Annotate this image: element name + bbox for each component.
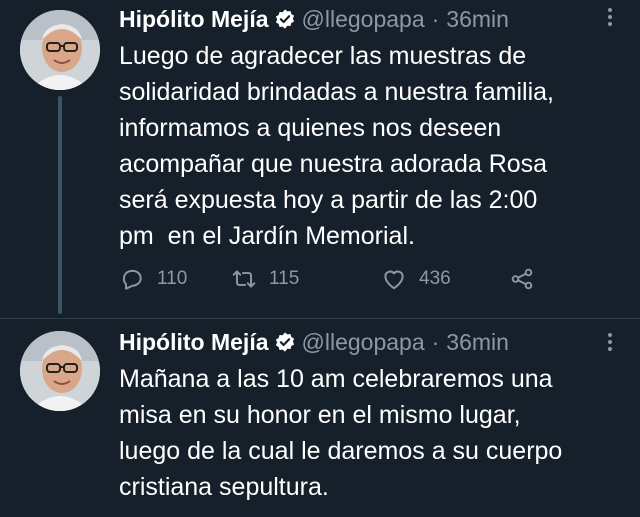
tweet-header: Hipólito Mejía @llegopapa · 36min — [119, 325, 509, 359]
timestamp[interactable]: 36min — [446, 6, 509, 33]
reply-button[interactable]: 110 — [119, 262, 187, 296]
verified-badge-icon — [275, 332, 294, 352]
separator-dot: · — [431, 5, 440, 32]
timestamp[interactable]: 36min — [446, 329, 509, 356]
tweet-header: Hipólito Mejía @llegopapa · 36min — [119, 2, 509, 36]
author-name[interactable]: Hipólito Mejía — [119, 6, 269, 33]
avatar-image — [20, 10, 100, 90]
tweet-text: Luego de agradecer las muestras de solid… — [119, 42, 554, 250]
author-handle[interactable]: @llegopapa — [302, 329, 425, 356]
avatar[interactable] — [20, 331, 100, 411]
separator-dot: · — [431, 328, 440, 355]
retweet-count: 115 — [269, 268, 300, 289]
tweet[interactable]: Hipólito Mejía @llegopapa · 36min Luego … — [0, 0, 640, 318]
author-handle[interactable]: @llegopapa — [302, 6, 425, 33]
share-button[interactable] — [509, 262, 547, 296]
thread-connector-line — [58, 96, 62, 314]
more-options-icon[interactable] — [604, 333, 616, 351]
verified-badge-icon — [275, 9, 294, 29]
more-options-icon[interactable] — [604, 8, 616, 26]
retweet-icon — [232, 270, 256, 288]
author-name[interactable]: Hipólito Mejía — [119, 329, 269, 356]
avatar[interactable] — [20, 10, 100, 90]
reply-count: 110 — [157, 268, 188, 289]
avatar-image — [20, 331, 100, 411]
tweet-actions: 110 115 436 — [119, 262, 579, 296]
reply-icon — [122, 269, 142, 290]
like-button[interactable]: 436 — [381, 262, 451, 296]
heart-icon — [384, 270, 404, 290]
retweet-button[interactable]: 115 — [231, 262, 299, 296]
share-icon — [511, 268, 533, 290]
tweet-text: Mañana a las 10 am celebraremos una misa… — [119, 365, 563, 501]
like-count: 436 — [419, 268, 451, 289]
tweet[interactable]: Hipólito Mejía @llegopapa · 36min Mañana… — [0, 318, 640, 517]
